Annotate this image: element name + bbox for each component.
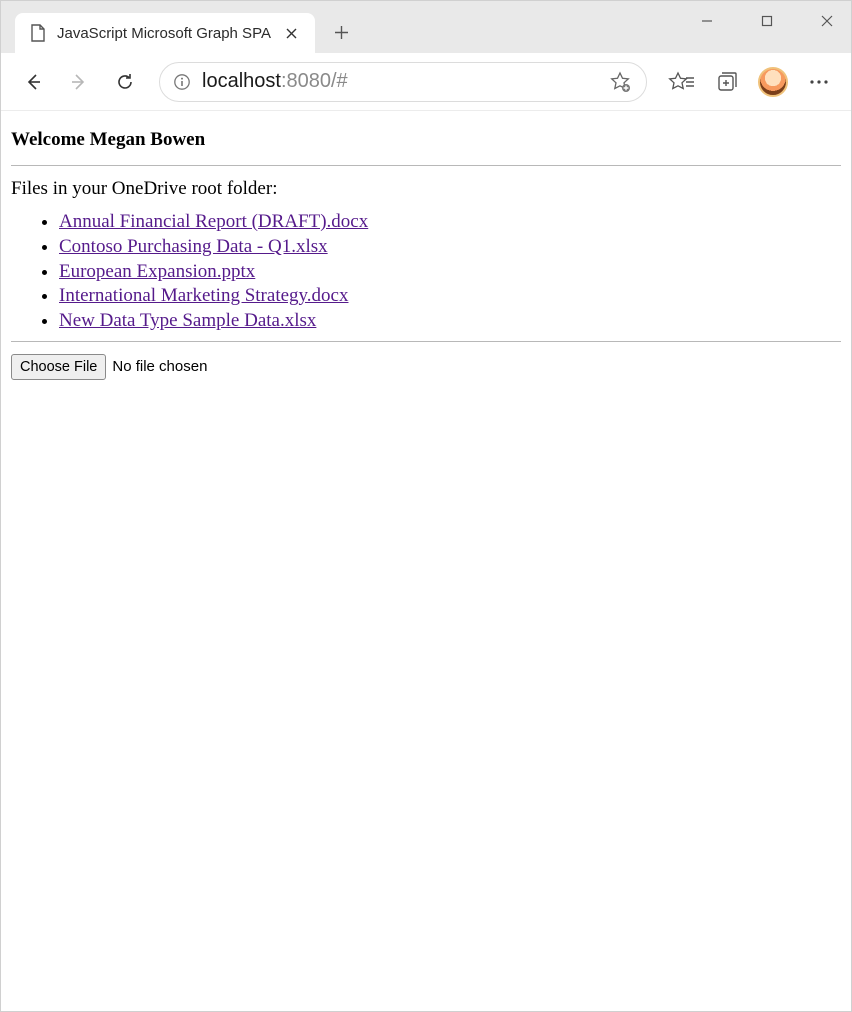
page-content: Welcome Megan Bowen Files in your OneDri… — [1, 111, 851, 1011]
list-item: International Marketing Strategy.docx — [59, 284, 841, 308]
minimize-button[interactable] — [689, 7, 725, 35]
profile-button[interactable] — [753, 62, 793, 102]
divider — [11, 341, 841, 342]
maximize-button[interactable] — [749, 7, 785, 35]
list-item: European Expansion.pptx — [59, 260, 841, 284]
close-window-button[interactable] — [809, 7, 845, 35]
back-button[interactable] — [13, 62, 53, 102]
settings-menu-button[interactable] — [799, 62, 839, 102]
no-file-label: No file chosen — [112, 358, 207, 375]
files-heading: Files in your OneDrive root folder: — [11, 178, 841, 200]
file-link[interactable]: International Marketing Strategy.docx — [59, 285, 348, 306]
window-controls — [689, 7, 845, 35]
list-item: New Data Type Sample Data.xlsx — [59, 309, 841, 333]
choose-file-button[interactable]: Choose File — [11, 354, 106, 380]
address-bar[interactable]: localhost:8080/# — [159, 62, 647, 102]
page-icon — [29, 24, 47, 42]
welcome-heading: Welcome Megan Bowen — [11, 129, 841, 151]
file-link[interactable]: New Data Type Sample Data.xlsx — [59, 310, 316, 331]
new-tab-button[interactable] — [325, 15, 359, 49]
close-tab-button[interactable] — [281, 22, 303, 44]
url-host: localhost — [202, 70, 281, 92]
tab-title: JavaScript Microsoft Graph SPA — [57, 25, 271, 42]
browser-tab[interactable]: JavaScript Microsoft Graph SPA — [15, 13, 315, 53]
forward-button[interactable] — [59, 62, 99, 102]
file-link[interactable]: European Expansion.pptx — [59, 261, 255, 282]
url-text: localhost:8080/# — [202, 70, 348, 93]
file-link[interactable]: Contoso Purchasing Data - Q1.xlsx — [59, 236, 328, 257]
browser-window: JavaScript Microsoft Graph SPA — [0, 0, 852, 1012]
reload-button[interactable] — [105, 62, 145, 102]
star-add-icon[interactable] — [606, 62, 634, 102]
collections-button[interactable] — [707, 62, 747, 102]
file-list: Annual Financial Report (DRAFT).docx Con… — [11, 210, 841, 333]
site-info-icon[interactable] — [172, 72, 192, 92]
titlebar: JavaScript Microsoft Graph SPA — [1, 1, 851, 53]
file-input-row: Choose File No file chosen — [11, 354, 841, 380]
favorites-button[interactable] — [661, 62, 701, 102]
list-item: Annual Financial Report (DRAFT).docx — [59, 210, 841, 234]
list-item: Contoso Purchasing Data - Q1.xlsx — [59, 235, 841, 259]
url-rest: :8080/# — [281, 70, 348, 92]
file-link[interactable]: Annual Financial Report (DRAFT).docx — [59, 211, 368, 232]
divider — [11, 165, 841, 166]
toolbar: localhost:8080/# — [1, 53, 851, 111]
avatar-icon — [758, 67, 788, 97]
